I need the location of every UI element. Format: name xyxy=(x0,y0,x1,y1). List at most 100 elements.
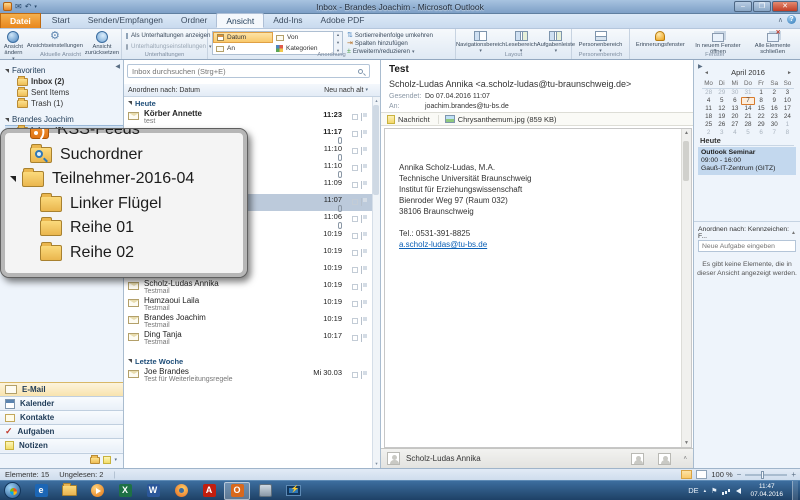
calendar-day-cell[interactable]: 3 xyxy=(781,89,794,97)
more-buttons-icon[interactable]: ▾ xyxy=(114,457,117,463)
calendar-day-cell[interactable]: 8 xyxy=(755,97,768,105)
calendar-day-cell[interactable]: 6 xyxy=(728,97,741,105)
calendar-day-cell[interactable]: 1 xyxy=(755,89,768,97)
calendar-day-cell[interactable]: 18 xyxy=(702,113,715,121)
category-icon[interactable] xyxy=(352,233,358,239)
volume-icon[interactable] xyxy=(736,488,741,494)
category-icon[interactable] xyxy=(352,250,358,256)
sidebar-item-trash-1[interactable]: Trash (1) xyxy=(5,98,123,109)
flag-icon[interactable] xyxy=(361,198,366,206)
view-settings-button[interactable]: ⚙Ansichtseinstellungen xyxy=(27,30,83,49)
popup-folder-reihe-02[interactable]: Reihe 02 xyxy=(10,241,247,266)
language-indicator[interactable]: DE xyxy=(688,486,698,495)
show-as-conversations-checkbox[interactable]: Als Unterhaltungen anzeigen xyxy=(126,32,207,39)
tab-start[interactable]: Start xyxy=(43,13,79,28)
category-icon[interactable] xyxy=(352,267,358,273)
flag-icon[interactable] xyxy=(361,249,366,257)
sort-order-label[interactable]: Neu nach alt▾ xyxy=(324,87,380,94)
category-icon[interactable] xyxy=(352,131,358,137)
navpane-button-notizen[interactable]: Notizen xyxy=(0,438,123,452)
new-task-box[interactable] xyxy=(698,240,796,252)
taskbar-icon-adobe-reader[interactable]: A xyxy=(196,482,222,500)
navigation-pane-button[interactable]: Navigationsbereich▾ xyxy=(456,30,505,54)
arrange-by-from[interactable]: Von xyxy=(273,32,333,43)
category-icon[interactable] xyxy=(352,199,358,205)
calendar-day-cell[interactable]: 17 xyxy=(781,105,794,113)
flag-icon[interactable] xyxy=(361,113,366,121)
flag-icon[interactable] xyxy=(361,147,366,155)
popup-folder-teilnehmer-2016-04[interactable]: Teilnehmer-2016-04 xyxy=(10,167,247,192)
category-icon[interactable] xyxy=(352,114,358,120)
category-icon[interactable] xyxy=(352,165,358,171)
network-icon[interactable] xyxy=(722,487,731,495)
zoom-out-icon[interactable]: − xyxy=(737,471,742,479)
new-task-input[interactable] xyxy=(699,242,795,252)
calendar-day-cell[interactable]: 20 xyxy=(728,113,741,121)
tab-adobe-pdf[interactable]: Adobe PDF xyxy=(312,13,374,28)
scrollbar-thumb[interactable] xyxy=(373,105,379,195)
calendar-day-cell[interactable]: 22 xyxy=(755,113,768,121)
category-icon[interactable] xyxy=(352,216,358,222)
calendar-day-cell[interactable]: 31 xyxy=(741,89,754,97)
collapse-people-pane-icon[interactable]: ˄ xyxy=(683,456,687,462)
flag-icon[interactable] xyxy=(361,317,366,325)
message-row[interactable]: Brandes JoachimTestmail10:19 xyxy=(124,313,372,330)
navpane-button-kalender[interactable]: Kalender xyxy=(0,396,123,410)
tab-add-ins[interactable]: Add-Ins xyxy=(264,13,311,28)
message-group-letzte-woche[interactable]: Letzte Woche xyxy=(124,355,372,367)
calendar-day-cell[interactable]: 25 xyxy=(702,121,715,129)
zoom-slider[interactable] xyxy=(745,474,787,476)
sidebar-item-sent-items[interactable]: Sent Items xyxy=(5,87,123,98)
flag-icon[interactable] xyxy=(361,215,366,223)
collapse-todobar-icon[interactable]: ▶ xyxy=(698,63,703,70)
arrange-by-date[interactable]: Datum xyxy=(213,32,273,43)
message-tab[interactable]: Nachricht xyxy=(387,115,439,124)
category-icon[interactable] xyxy=(352,372,358,378)
flag-icon[interactable] xyxy=(361,300,366,308)
reading-pane-button[interactable]: Lesebereich▾ xyxy=(505,30,537,54)
tab-datei[interactable]: Datei xyxy=(0,13,41,28)
taskbar-icon-internet-explorer[interactable]: e xyxy=(28,482,54,500)
category-icon[interactable] xyxy=(352,335,358,341)
calendar-day-cell[interactable]: 19 xyxy=(715,113,728,121)
show-desktop-button[interactable] xyxy=(792,481,798,500)
calendar-day-cell[interactable]: 28 xyxy=(702,89,715,97)
clock[interactable]: 11:4707.04.2016 xyxy=(746,483,787,498)
calendar-day-cell[interactable]: 16 xyxy=(768,105,781,113)
flag-icon[interactable] xyxy=(361,164,366,172)
navpane-button-e-mail[interactable]: E-Mail xyxy=(0,382,123,396)
taskbar-icon-firefox[interactable] xyxy=(168,482,194,500)
next-month-icon[interactable]: ► xyxy=(787,70,792,76)
prev-month-icon[interactable]: ◄ xyxy=(704,70,709,76)
flag-icon[interactable] xyxy=(361,130,366,138)
shortcuts-icon[interactable] xyxy=(103,456,111,464)
taskbar-icon-excel[interactable]: X xyxy=(112,482,138,500)
reverse-sort-button[interactable]: ⇅Sortierreihenfolge umkehren xyxy=(347,32,433,39)
navpane-button-kontakte[interactable]: Kontakte xyxy=(0,410,123,424)
message-row[interactable]: Hamzaoui LailaTestmail10:19 xyxy=(124,296,372,313)
navpane-section-title[interactable]: Brandes Joachim xyxy=(5,114,123,125)
calendar-day-cell[interactable]: 1 xyxy=(781,121,794,129)
tab-senden-empfangen[interactable]: Senden/Empfangen xyxy=(79,13,172,28)
calendar-day-cell[interactable]: 14 xyxy=(741,105,754,113)
category-icon[interactable] xyxy=(352,148,358,154)
flag-icon[interactable] xyxy=(361,181,366,189)
message-row[interactable]: Joe BrandesTest für Weiterleitungsregele… xyxy=(124,367,372,384)
taskbar-icon-word[interactable]: W xyxy=(140,482,166,500)
search-box[interactable] xyxy=(127,64,370,78)
calendar-today-cell[interactable]: 7 xyxy=(741,97,754,105)
flag-icon[interactable] xyxy=(361,232,366,240)
calendar-day-cell[interactable]: 27 xyxy=(728,121,741,129)
popup-folder-reihe-01[interactable]: Reihe 01 xyxy=(10,216,247,241)
tab-ansicht[interactable]: Ansicht xyxy=(216,13,264,28)
category-icon[interactable] xyxy=(352,301,358,307)
people-avatar-1[interactable] xyxy=(631,453,644,465)
tray-expand-icon[interactable]: ▴ xyxy=(704,488,707,494)
start-button[interactable] xyxy=(4,482,21,499)
calendar-day-cell[interactable]: 21 xyxy=(741,113,754,121)
calendar-day-cell[interactable]: 12 xyxy=(715,105,728,113)
flag-icon[interactable] xyxy=(361,266,366,274)
sidebar-item-inbox-2[interactable]: Inbox (2) xyxy=(5,76,123,87)
calendar-day-cell[interactable]: 30 xyxy=(728,89,741,97)
zoom-in-icon[interactable]: + xyxy=(791,471,796,479)
